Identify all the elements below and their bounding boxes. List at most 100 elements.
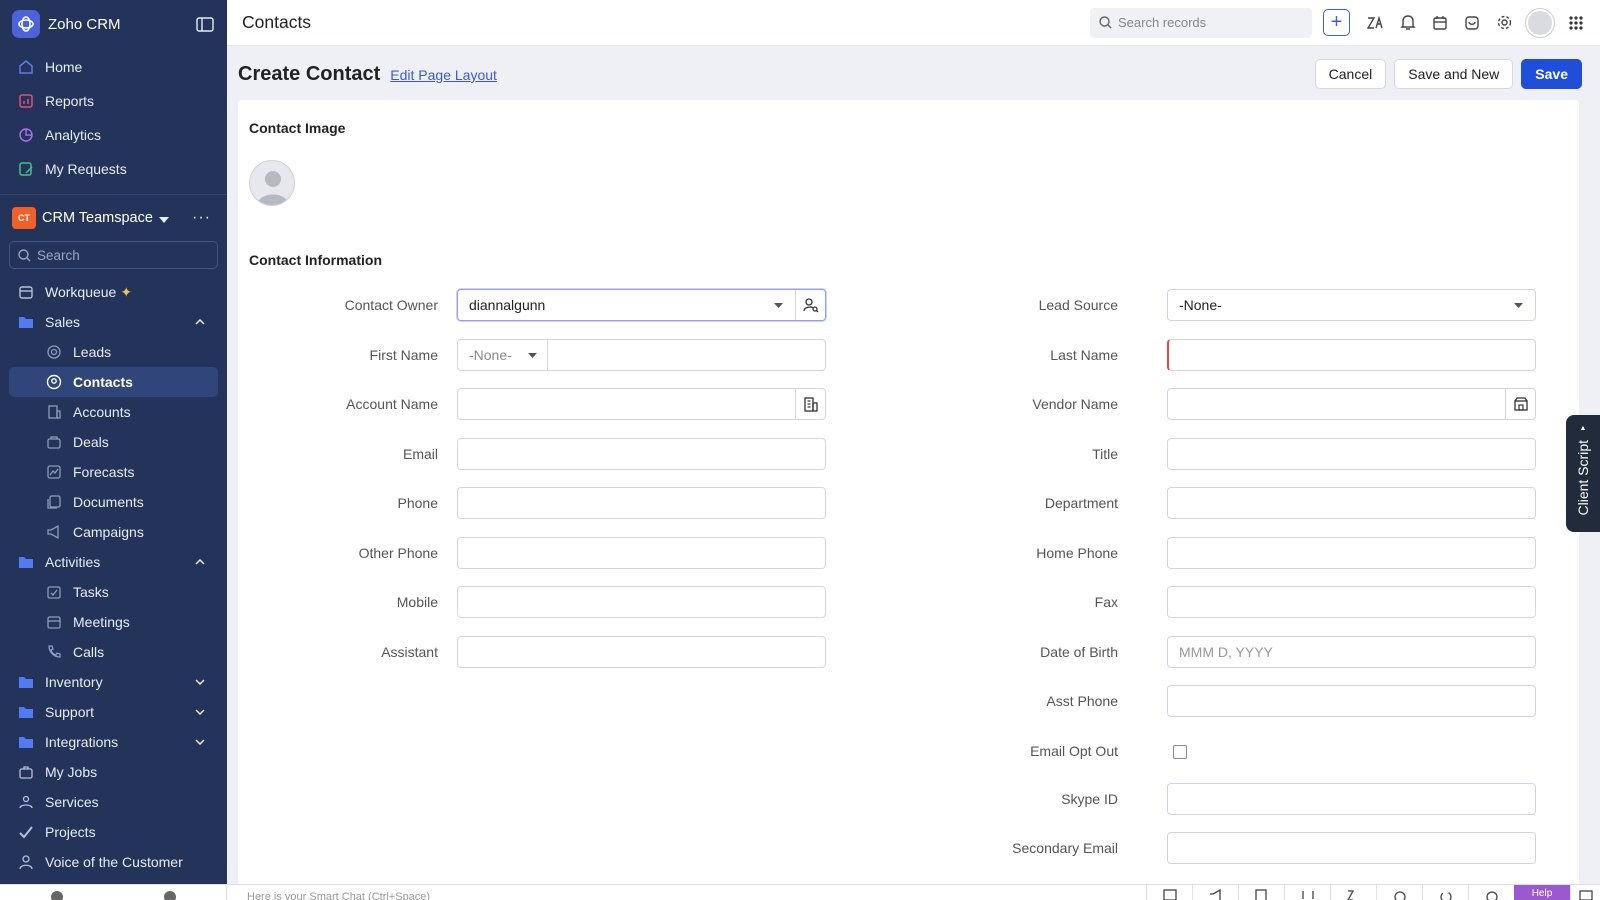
sidebar-item-contacts[interactable]: Contacts [9, 367, 218, 397]
more-options-icon[interactable]: ··· [192, 209, 211, 227]
chevron-down-icon[interactable] [195, 739, 205, 745]
smart-chat-input[interactable]: Here is your Smart Chat (Ctrl+Space) [247, 885, 1146, 900]
sidebar-collapse-icon[interactable] [195, 15, 215, 33]
salutation-select[interactable]: -None- [458, 340, 548, 370]
contact-information-section-title: Contact Information [249, 252, 382, 268]
sidebar-item-workqueue[interactable]: Workqueue ✦ [0, 277, 227, 307]
other-phone-label: Other Phone [358, 545, 438, 561]
chat-bubble-icon[interactable] [1570, 885, 1600, 900]
sidebar-item-label: Forecasts [73, 464, 135, 480]
sidebar-item-tasks[interactable]: Tasks [0, 577, 227, 607]
vendor-name-input[interactable] [1167, 388, 1536, 420]
sidebar-item-my-requests[interactable]: My Requests [0, 152, 227, 186]
vendor-lookup-icon[interactable] [1505, 389, 1535, 419]
sidebar-item-label: Projects [45, 824, 96, 840]
chevron-down-icon[interactable] [195, 679, 205, 685]
gear-icon[interactable] [1488, 8, 1520, 38]
refresh-icon[interactable] [1422, 885, 1468, 900]
sidebar-group-activities[interactable]: Activities [0, 547, 227, 577]
home-phone-input[interactable] [1167, 537, 1536, 569]
sidebar-item-voice-of-customer[interactable]: Voice of the Customer [0, 847, 227, 877]
department-input[interactable] [1167, 487, 1536, 519]
account-name-input[interactable] [457, 388, 826, 420]
alarm-icon[interactable] [1376, 885, 1422, 900]
fax-label: Fax [1094, 594, 1118, 610]
user-lookup-icon[interactable] [795, 290, 825, 320]
search-records-input[interactable]: Search records [1090, 7, 1312, 38]
analytics-icon [17, 126, 35, 144]
email-input[interactable] [457, 438, 826, 470]
contact-owner-select[interactable]: diannalgunn [457, 289, 826, 321]
sidebar-item-reports[interactable]: Reports [0, 84, 227, 118]
chevron-down-icon[interactable] [195, 709, 205, 715]
secondary-email-input[interactable] [1167, 832, 1536, 864]
contact-image-upload[interactable] [249, 160, 295, 206]
sidebar-item-services[interactable]: Services [0, 787, 227, 817]
zia-icon[interactable] [1330, 885, 1376, 900]
create-new-button[interactable]: + [1323, 9, 1350, 36]
contacts-icon[interactable] [163, 890, 176, 900]
sidebar-item-accounts[interactable]: Accounts [0, 397, 227, 427]
chat-icon[interactable] [50, 890, 63, 900]
date-of-birth-input[interactable]: MMM D, YYYY [1167, 636, 1536, 668]
marketplace-icon[interactable] [1456, 8, 1488, 38]
mobile-input[interactable] [457, 586, 826, 618]
sidebar-item-meetings[interactable]: Meetings [0, 607, 227, 637]
account-lookup-icon[interactable] [795, 389, 825, 419]
image-icon[interactable] [1146, 885, 1192, 900]
client-script-tab[interactable]: ▲ Client Script [1566, 415, 1600, 532]
sidebar-item-label: Voice of the Customer [45, 854, 183, 870]
cancel-button[interactable]: Cancel [1314, 59, 1387, 89]
sidebar-group-inventory[interactable]: Inventory [0, 667, 227, 697]
fax-input[interactable] [1167, 586, 1536, 618]
zoho-logo-icon[interactable] [12, 10, 40, 38]
lead-source-select[interactable]: -None- [1167, 289, 1536, 321]
sidebar-item-campaigns[interactable]: Campaigns [0, 517, 227, 547]
teamspace-selector[interactable]: CT CRM Teamspace ··· [0, 201, 227, 235]
title-input[interactable] [1167, 438, 1536, 470]
chevron-up-icon[interactable] [195, 559, 205, 565]
sidebar-item-analytics[interactable]: Analytics [0, 118, 227, 152]
info-icon[interactable] [1468, 885, 1514, 900]
save-button[interactable]: Save [1521, 59, 1582, 89]
sidebar-group-integrations[interactable]: Integrations [0, 727, 227, 757]
sidebar-item-deals[interactable]: Deals [0, 427, 227, 457]
bottom-bar-icons: Help [1146, 885, 1600, 900]
other-phone-input[interactable] [457, 537, 826, 569]
sidebar-item-projects[interactable]: Projects [0, 817, 227, 847]
phone-input[interactable] [457, 487, 826, 519]
sidebar-item-forecasts[interactable]: Forecasts [0, 457, 227, 487]
asst-phone-input[interactable] [1167, 685, 1536, 717]
sidebar-group-sales[interactable]: Sales [0, 307, 227, 337]
sidebar-item-leads[interactable]: Leads [0, 337, 227, 367]
sidebar-item-calls[interactable]: Calls [0, 637, 227, 667]
edit-page-layout-link[interactable]: Edit Page Layout [390, 67, 497, 83]
workqueue-icon [17, 283, 35, 301]
calendar-icon[interactable] [1424, 8, 1456, 38]
first-name-input[interactable] [548, 340, 825, 370]
sidebar-item-documents[interactable]: Documents [0, 487, 227, 517]
sidebar-item-label: Campaigns [73, 524, 144, 540]
apps-grid-icon[interactable] [1560, 8, 1592, 38]
megaphone-icon[interactable] [1192, 885, 1238, 900]
edit-icon[interactable] [1238, 885, 1284, 900]
assistant-input[interactable] [457, 636, 826, 668]
sidebar-item-my-jobs[interactable]: My Jobs [0, 757, 227, 787]
skype-id-input[interactable] [1167, 783, 1536, 815]
sidebar-group-support[interactable]: Support [0, 697, 227, 727]
email-opt-out-checkbox[interactable] [1173, 745, 1187, 759]
sidebar-item-home[interactable]: Home [0, 50, 227, 84]
transfer-icon[interactable] [1284, 885, 1330, 900]
bell-icon[interactable] [1392, 8, 1424, 38]
chevron-up-icon[interactable] [195, 319, 205, 325]
user-avatar[interactable] [1526, 8, 1554, 37]
briefcase-icon [17, 763, 35, 781]
sidebar-search-input[interactable]: Search [9, 241, 218, 269]
zia-icon[interactable] [1360, 8, 1392, 38]
last-name-input[interactable] [1167, 339, 1536, 371]
sidebar-item-label: Reports [45, 93, 95, 109]
save-and-new-button[interactable]: Save and New [1394, 59, 1514, 89]
caret-down-icon[interactable] [158, 210, 169, 226]
help-button[interactable]: Help [1514, 885, 1570, 900]
requests-icon [17, 160, 35, 178]
